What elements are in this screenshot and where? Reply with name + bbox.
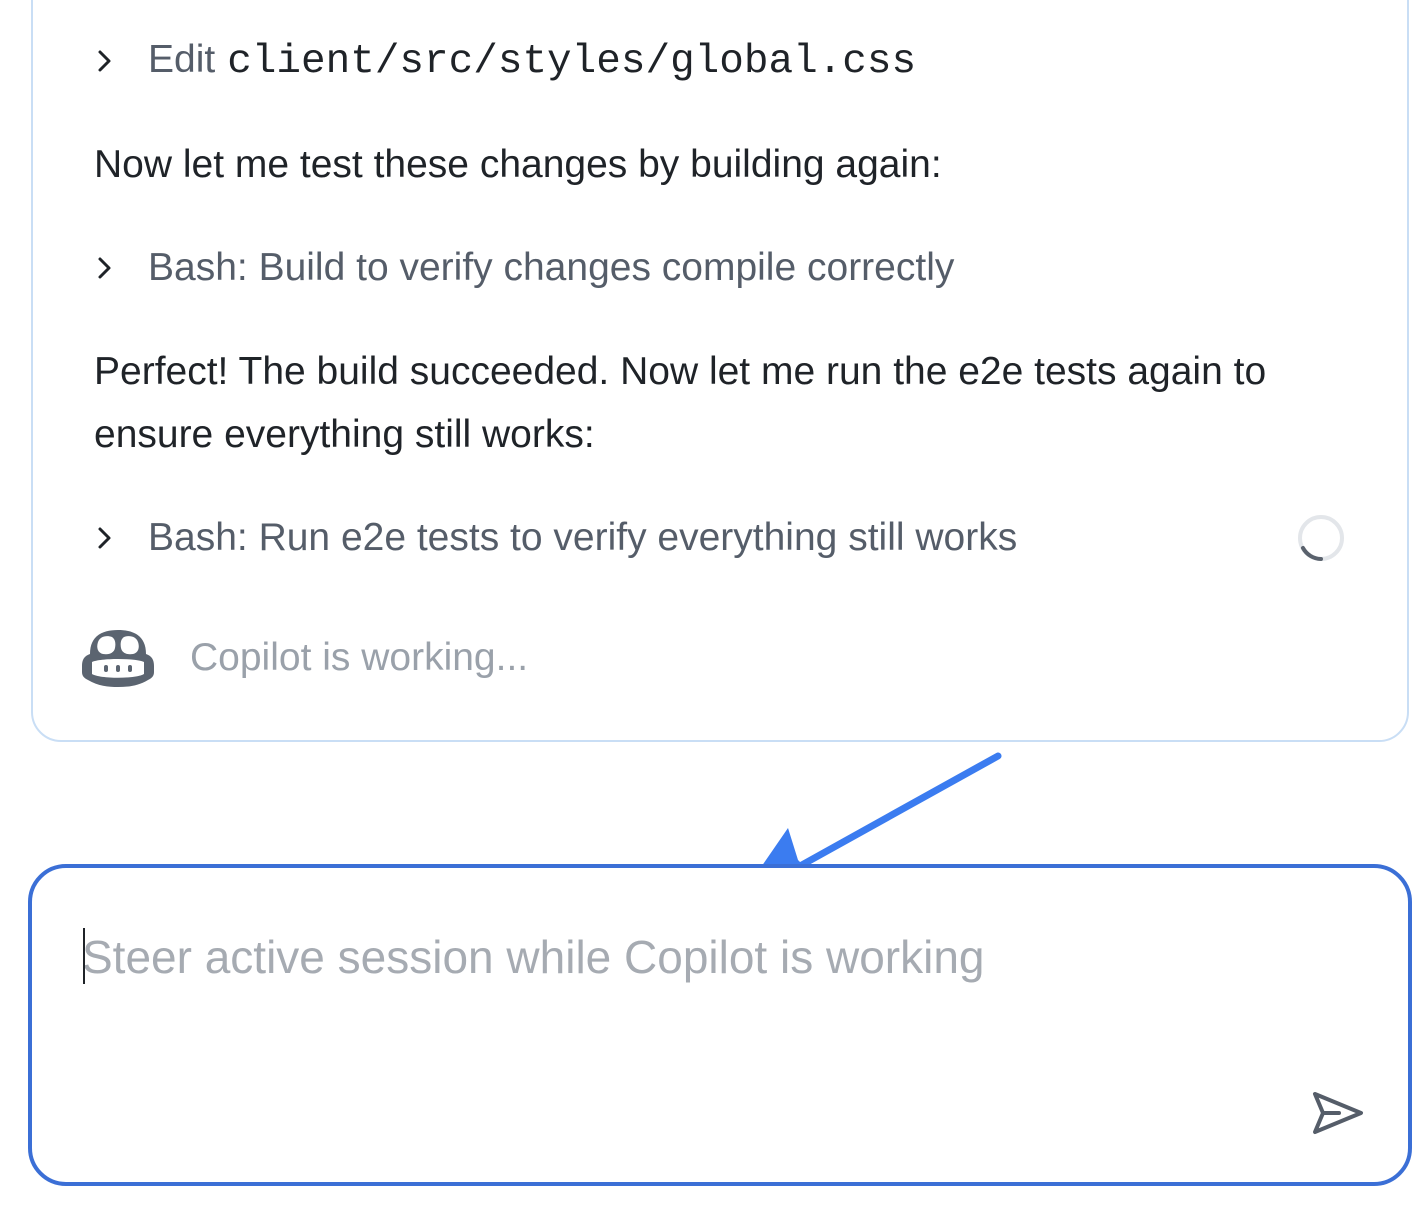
- copilot-icon: [80, 628, 156, 688]
- file-path: client/src/styles/global.css: [227, 38, 917, 85]
- send-button[interactable]: [1308, 1086, 1368, 1140]
- copilot-working-status: Copilot is working...: [80, 628, 528, 688]
- page: Edit client/src/styles/global.css Now let…: [0, 0, 1428, 1208]
- steer-input-box[interactable]: [28, 864, 1412, 1186]
- assistant-message: Perfect! The build succeeded. Now let me…: [94, 350, 1267, 456]
- tool-call-label: Edit client/src/styles/global.css: [148, 38, 916, 85]
- loading-spinner-icon: [1297, 514, 1345, 562]
- chevron-right-icon: [92, 48, 118, 74]
- tool-call-bash-build[interactable]: Bash: Build to verify changes compile co…: [92, 243, 954, 293]
- tool-call-edit[interactable]: Edit client/src/styles/global.css: [92, 36, 916, 86]
- text-caret: [83, 928, 85, 984]
- tool-call-label: Bash: Build to verify changes compile co…: [148, 246, 955, 289]
- tool-verb: Edit: [148, 37, 216, 81]
- tool-call-label: Bash: Run e2e tests to verify everything…: [148, 516, 1018, 559]
- send-icon: [1313, 1092, 1363, 1134]
- steer-session-input[interactable]: [82, 922, 1282, 992]
- chevron-right-icon: [92, 525, 118, 551]
- working-status-text: Copilot is working...: [190, 636, 529, 679]
- assistant-message: Now let me test these changes by buildin…: [94, 143, 942, 186]
- tool-call-bash-e2e[interactable]: Bash: Run e2e tests to verify everything…: [92, 513, 1017, 563]
- chevron-right-icon: [92, 255, 118, 281]
